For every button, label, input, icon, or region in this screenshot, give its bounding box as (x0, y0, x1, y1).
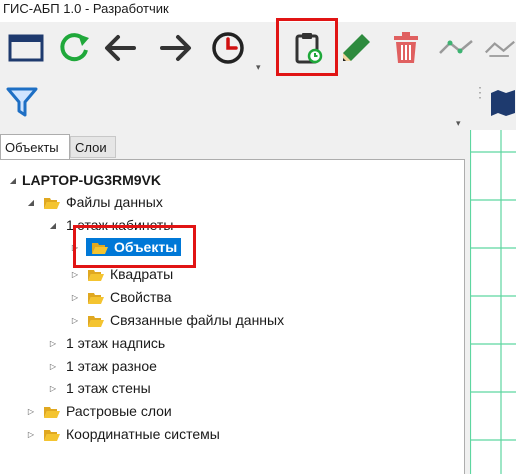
filter-icon (6, 87, 38, 117)
folder-open-icon (44, 428, 60, 441)
tab-layers[interactable]: Слои (70, 136, 116, 158)
tree-item-data-files[interactable]: ◢ Файлы данных (26, 192, 163, 212)
tree-item-objects[interactable]: ▷ Объекты (70, 237, 182, 257)
tree-item-label: Растровые слои (66, 403, 172, 419)
tree-item-raster-layers[interactable]: ▷ Растровые слои (26, 401, 172, 421)
tree-item-label: 1 этаж кабинеты (66, 217, 174, 233)
refresh-icon (60, 33, 89, 62)
folder-open-icon (88, 268, 104, 281)
map-panel[interactable]: ⋮ (470, 78, 516, 474)
tree-item-label: 1 этаж стены (66, 380, 151, 396)
folder-open-icon (44, 196, 60, 209)
line-tool-button[interactable] (436, 28, 476, 68)
tree-item-floor1-offices[interactable]: ◢ 1 этаж кабинеты (48, 215, 173, 235)
folder-open-icon (88, 314, 104, 327)
tab-layers-label: Слои (75, 139, 107, 155)
tree-item-squares[interactable]: ▷ Квадраты (70, 264, 173, 284)
filter-toolbar: ▾ (0, 78, 470, 130)
panel-tabs: Объекты Слои (0, 134, 470, 160)
tree-item-label: Квадраты (110, 266, 174, 282)
tree-item-coord-systems[interactable]: ▷ Координатные системы (26, 424, 220, 444)
object-tree: ◢ LAPTOP-UG3RM9VK ◢ Файлы данных ◢ 1 эта… (0, 159, 465, 474)
tree-root-label: LAPTOP-UG3RM9VK (22, 172, 161, 188)
map-toolbar: ⋮ (470, 78, 516, 130)
tree-item-floor1-label[interactable]: ▷ 1 этаж надпись (48, 333, 165, 353)
clipboard-history-button[interactable] (288, 28, 328, 68)
tree-item-label: Объекты (114, 239, 178, 255)
expand-icon[interactable]: ▷ (70, 243, 80, 252)
clock-icon (212, 32, 244, 64)
toolbar2-overflow-icon[interactable]: ▾ (456, 118, 461, 129)
tree-item-label: Свойства (110, 289, 172, 305)
edit-button[interactable] (336, 28, 376, 68)
line-tool-2-button[interactable] (484, 28, 516, 68)
map-icon[interactable] (488, 88, 516, 118)
window-title: ГИС-АБП 1.0 - Разработчик (3, 1, 169, 16)
tree-item-label: Файлы данных (66, 194, 163, 210)
toolbar-overflow-icon[interactable]: ▾ (256, 62, 261, 73)
pencil-icon (343, 34, 370, 61)
refresh-button[interactable] (54, 28, 94, 68)
window-icon (8, 34, 44, 62)
tree-item-floor1-walls[interactable]: ▷ 1 этаж стены (48, 378, 151, 398)
toolbar-separator: ⋮ (473, 84, 487, 100)
arrow-left-icon (105, 35, 136, 61)
expand-icon[interactable]: ▷ (48, 384, 58, 393)
line-tool-icon (439, 40, 473, 54)
folder-open-icon (44, 405, 60, 418)
tree-item-floor1-misc[interactable]: ▷ 1 этаж разное (48, 356, 157, 376)
tree-item-label: 1 этаж надпись (66, 335, 166, 351)
map-grid (470, 130, 516, 474)
tab-objects-label: Объекты (5, 139, 59, 155)
delete-button[interactable] (386, 28, 426, 68)
expand-icon[interactable]: ▷ (48, 339, 58, 348)
collapse-icon[interactable]: ◢ (48, 221, 58, 230)
expand-icon[interactable]: ▷ (48, 362, 58, 371)
clipboard-clock-icon (295, 33, 323, 64)
history-button[interactable] (208, 28, 248, 68)
expand-icon[interactable]: ▷ (70, 316, 80, 325)
tree-root[interactable]: ◢ LAPTOP-UG3RM9VK (8, 170, 161, 190)
forward-button[interactable] (156, 28, 196, 68)
expand-icon[interactable]: ▷ (70, 270, 80, 279)
folder-open-icon (88, 291, 104, 304)
window-button[interactable] (6, 28, 46, 68)
filter-button[interactable] (2, 82, 42, 122)
tree-item-linked-files[interactable]: ▷ Связанные файлы данных (70, 310, 284, 330)
folder-open-icon (92, 241, 108, 254)
back-button[interactable] (100, 28, 140, 68)
trash-icon (394, 32, 418, 63)
main-toolbar: ▾ (0, 18, 516, 78)
tree-item-label: Связанные файлы данных (110, 312, 285, 328)
expand-icon[interactable]: ▷ (70, 293, 80, 302)
arrow-right-icon (160, 35, 191, 61)
tree-item-properties[interactable]: ▷ Свойства (70, 287, 172, 307)
tree-item-label: Координатные системы (66, 426, 220, 442)
tab-objects[interactable]: Объекты (0, 134, 70, 159)
expand-icon[interactable]: ▷ (26, 407, 36, 416)
expand-icon[interactable]: ▷ (26, 430, 36, 439)
title-bar: ГИС-АБП 1.0 - Разработчик (0, 0, 516, 22)
tree-item-label: 1 этаж разное (66, 358, 157, 374)
selected-item[interactable]: Объекты (86, 238, 182, 256)
collapse-icon[interactable]: ◢ (26, 198, 36, 207)
line-tool-icon-2 (484, 40, 515, 57)
collapse-icon[interactable]: ◢ (8, 176, 18, 185)
